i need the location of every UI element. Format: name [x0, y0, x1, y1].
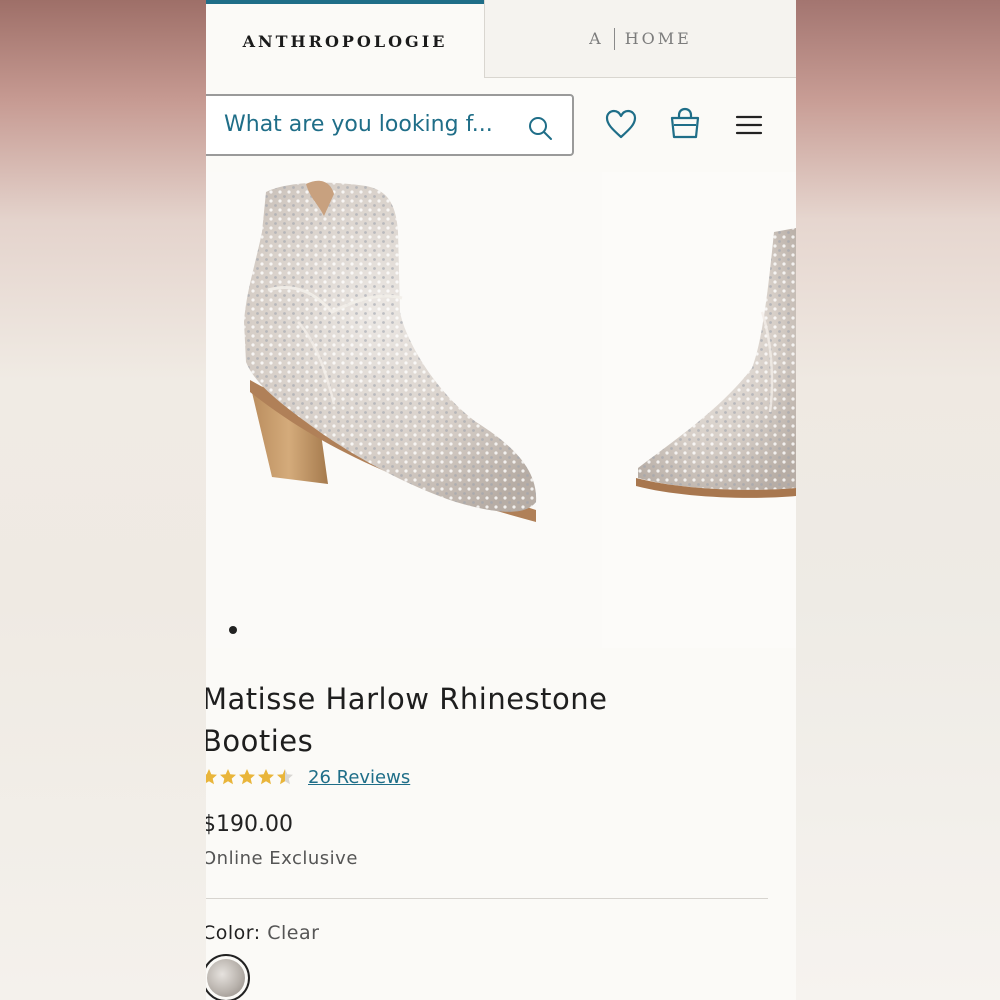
- star-icon: [258, 769, 274, 785]
- brand-tabs: ANTHROPOLOGIE A HOME: [206, 0, 796, 78]
- product-price: $190.00: [206, 812, 293, 837]
- color-selector-label: Color: Clear: [206, 922, 319, 944]
- search-placeholder: What are you looking f...: [224, 112, 493, 137]
- color-swatch-clear[interactable]: [206, 954, 250, 1000]
- product-title-line-1: Matisse Harlow Rhinestone: [206, 682, 608, 716]
- product-rating: 26 Reviews: [206, 764, 410, 790]
- reviews-link[interactable]: 26 Reviews: [308, 767, 410, 788]
- color-swatch-image: [207, 959, 245, 997]
- availability-label: Online Exclusive: [206, 848, 358, 869]
- tab-a-home[interactable]: A HOME: [484, 0, 796, 78]
- product-image-carousel[interactable]: [206, 172, 796, 648]
- carousel-dot-active[interactable]: [229, 626, 237, 634]
- product-image-boot-side[interactable]: [206, 172, 602, 648]
- header-actions: What are you looking f...: [206, 78, 796, 173]
- mobile-page: ANTHROPOLOGIE A HOME What are you lookin…: [206, 0, 796, 1000]
- hamburger-menu-icon[interactable]: [734, 112, 764, 138]
- tab-anthropologie-label: ANTHROPOLOGIE: [242, 31, 448, 51]
- blurred-backdrop-right: [796, 0, 1000, 1000]
- tab-anthropologie[interactable]: ANTHROPOLOGIE: [206, 0, 484, 78]
- star-icon: [206, 769, 217, 785]
- product-image-slide-2[interactable]: [602, 172, 796, 648]
- star-icon: [220, 769, 236, 785]
- tab-a-home-label: HOME: [624, 29, 692, 48]
- tab-a-home-logo: A: [589, 29, 604, 48]
- product-title-line-2: Booties: [206, 724, 314, 758]
- product-image-boot-front[interactable]: [602, 172, 796, 648]
- star-rating: [206, 768, 294, 786]
- shopping-bag-icon[interactable]: [668, 106, 702, 140]
- blurred-backdrop-left: [0, 0, 206, 1000]
- heart-icon[interactable]: [604, 108, 638, 140]
- color-label: Color:: [206, 922, 261, 944]
- tab-a-home-divider: [613, 27, 615, 50]
- product-title: Matisse Harlow Rhinestone Booties: [206, 678, 682, 762]
- search-input[interactable]: What are you looking f...: [206, 94, 574, 156]
- star-icon: [239, 769, 255, 785]
- search-icon[interactable]: [526, 114, 554, 142]
- star-icon: [277, 769, 293, 785]
- section-divider: [206, 898, 768, 899]
- color-value: Clear: [267, 922, 320, 944]
